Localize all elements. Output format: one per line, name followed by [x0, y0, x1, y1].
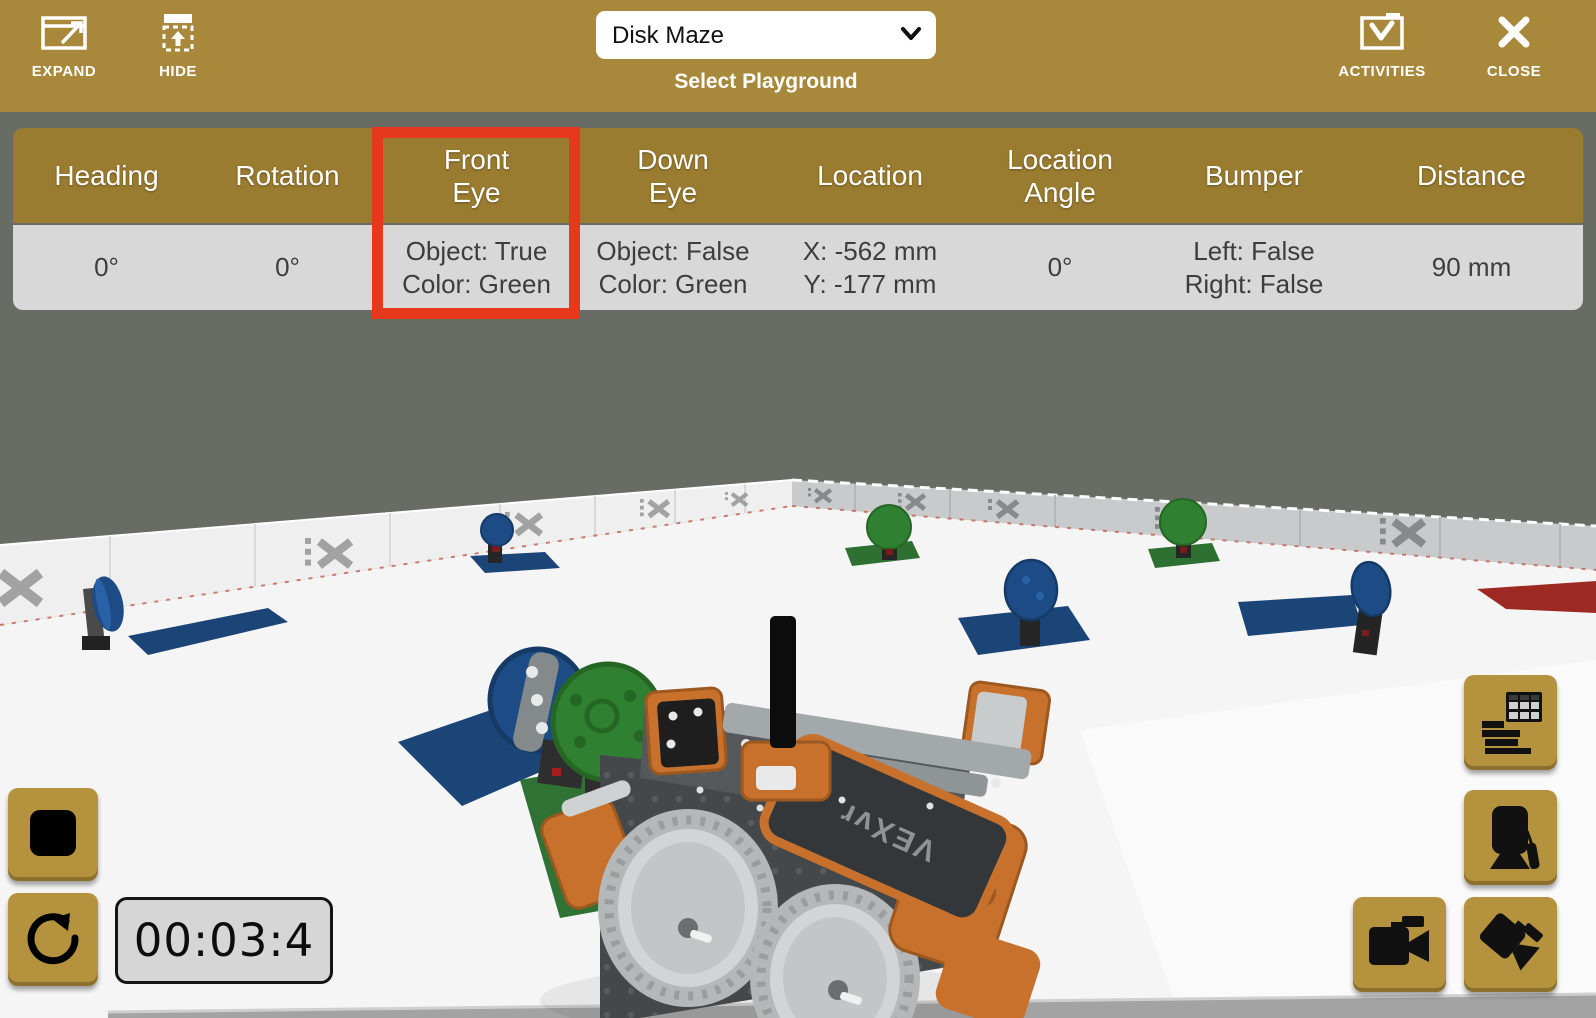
reset-button[interactable] [8, 893, 98, 986]
column-header-bumper: Bumper [1148, 128, 1360, 223]
pov-view-icon [1478, 803, 1544, 872]
hide-window-icon [156, 10, 200, 54]
value-distance: 90 mm [1360, 225, 1583, 310]
sensor-dashboard-values: 0° 0° Object: TrueColor: Green Object: F… [13, 225, 1583, 310]
close-label: CLOSE [1487, 63, 1541, 80]
top-toolbar: EXPAND HIDE Disk Maze [0, 0, 1596, 112]
column-header-rotation: Rotation [200, 128, 375, 223]
expand-button[interactable]: EXPAND [24, 10, 104, 80]
value-location-angle: 0° [972, 225, 1148, 310]
activities-checkbox-icon [1358, 10, 1406, 54]
value-rotation: 0° [200, 225, 375, 310]
value-heading: 0° [13, 225, 200, 310]
sensor-dashboard-icon [1478, 688, 1544, 757]
column-header-location-angle: LocationAngle [972, 128, 1148, 223]
value-down-eye: Object: FalseColor: Green [578, 225, 768, 310]
video-camera-tilted-icon [1478, 910, 1544, 979]
camera-tilt-view-button[interactable] [1464, 897, 1557, 992]
timer-display: 00:03:4 [115, 897, 333, 984]
pov-view-button[interactable] [1464, 790, 1557, 885]
expand-window-icon [40, 10, 88, 54]
camera-view-button[interactable] [1353, 897, 1446, 992]
expand-label: EXPAND [32, 63, 96, 80]
close-button[interactable]: CLOSE [1472, 10, 1556, 80]
column-header-heading: Heading [13, 128, 200, 223]
video-camera-icon [1367, 910, 1433, 979]
close-x-icon [1495, 10, 1533, 54]
hide-button[interactable]: HIDE [138, 10, 218, 80]
sensor-dashboard-toggle-button[interactable] [1464, 675, 1557, 770]
stop-icon [27, 807, 79, 862]
playground-select-wrap: Disk Maze [596, 11, 936, 59]
hide-label: HIDE [159, 63, 197, 80]
sensor-dashboard: Heading Rotation FrontEye DownEye Locati… [13, 128, 1583, 310]
column-header-location: Location [768, 128, 972, 223]
value-bumper: Left: FalseRight: False [1148, 225, 1360, 310]
value-front-eye: Object: TrueColor: Green [375, 225, 578, 310]
reset-icon [24, 909, 82, 970]
column-header-down-eye: DownEye [578, 128, 768, 223]
activities-label: ACTIVITIES [1338, 63, 1426, 80]
stop-button[interactable] [8, 788, 98, 881]
column-header-front-eye: FrontEye [375, 128, 578, 223]
activities-button[interactable]: ACTIVITIES [1330, 10, 1434, 80]
value-location: X: -562 mmY: -177 mm [768, 225, 972, 310]
select-playground-label: Select Playground [596, 70, 936, 94]
column-header-distance: Distance [1360, 128, 1583, 223]
playground-select[interactable]: Disk Maze [596, 11, 936, 59]
sensor-dashboard-header: Heading Rotation FrontEye DownEye Locati… [13, 128, 1583, 223]
app-window: VEXvr EXPAND [0, 0, 1596, 1018]
